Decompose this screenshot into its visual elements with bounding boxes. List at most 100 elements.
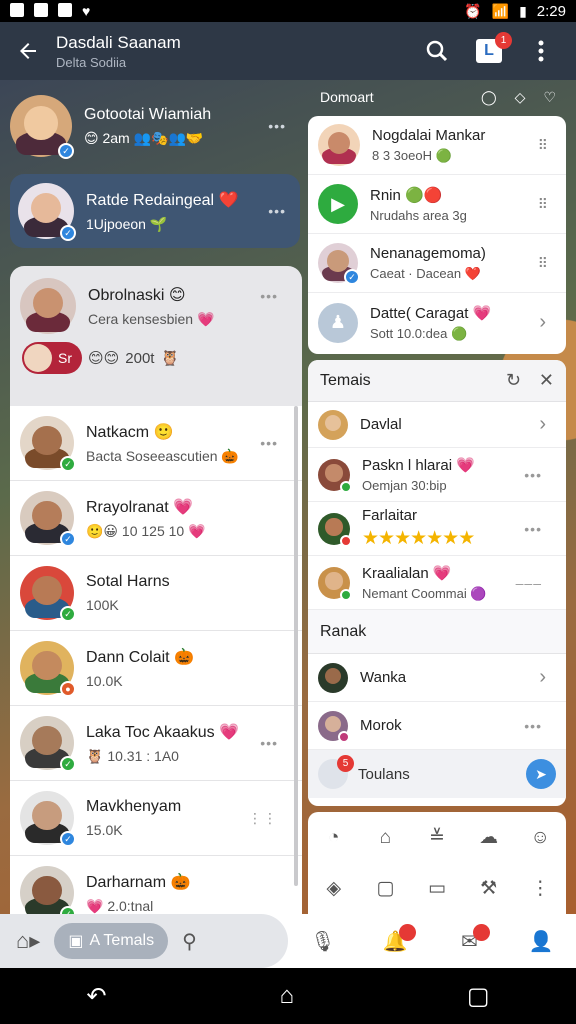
document-icon[interactable]: ▢ xyxy=(376,877,394,900)
avatar: ● xyxy=(20,641,76,697)
group-card[interactable]: Obrolnaski 😊 Cera kensesbien 💗 ••• Sr 😊😊… xyxy=(10,266,302,406)
contact-item[interactable]: Nogdalai Mankar 8 3 3oeoH 🟢 ⠿ xyxy=(308,116,566,175)
comment-icon[interactable]: ◈ xyxy=(326,877,341,900)
contact-status: 15.0K xyxy=(86,822,123,838)
archive-icon[interactable]: ⌂ xyxy=(380,827,391,849)
teams-tab-icon: ▣ xyxy=(68,933,84,950)
contact-name: Datte( Caragat 💗 xyxy=(370,304,492,322)
contact-name: Nenanagemoma) xyxy=(370,244,486,262)
team-item[interactable]: Paskn l hlarai 💗 Oemjan 30:bip ••• xyxy=(308,448,566,502)
conversation-item[interactable]: ✓ Gotootai Wiamiah 😊 2am 👥🎭👥🤝 ••• xyxy=(10,88,300,164)
back-button[interactable] xyxy=(0,22,56,80)
more-icon[interactable]: ••• xyxy=(268,203,286,219)
panel-title: Domoart xyxy=(320,89,374,105)
clock: 2:29 xyxy=(536,2,566,20)
verified-icon: ✓ xyxy=(60,225,76,241)
avatar xyxy=(318,662,348,693)
verified-icon: ✓ xyxy=(344,269,360,285)
alerts-button[interactable]: 🔔 xyxy=(380,924,417,956)
attachment-button[interactable]: 5 xyxy=(318,755,354,789)
contact-item[interactable]: ✓ Nenanagemoma) Caeat · Dacean ❤️ ⠿ xyxy=(308,234,566,293)
verified-icon: ✓ xyxy=(60,531,76,547)
teams-button[interactable]: L 1 xyxy=(474,32,512,66)
drag-handle-icon[interactable]: ⠿ xyxy=(538,196,548,213)
search-button[interactable] xyxy=(422,36,452,66)
system-back-icon[interactable]: ↶ xyxy=(86,982,106,1011)
more-vert-icon xyxy=(538,40,544,62)
chevron-right-icon[interactable]: › xyxy=(539,413,546,436)
list-item[interactable]: ✓ Natkacm 🙂 Bacta Soseeascutien 🎃 ••• xyxy=(10,406,302,481)
list-item[interactable]: ✓ Darharnam 🎃 💗 2.0:tnal xyxy=(10,856,302,914)
heart-outline-icon[interactable]: ♡ xyxy=(543,89,556,106)
emoji-icon[interactable]: ☺ xyxy=(530,827,549,849)
message-input[interactable]: Toulans xyxy=(358,766,526,783)
contact-item[interactable]: ♟ Datte( Caragat 💗 Sott 10.0:dea 🟢 › xyxy=(308,293,566,352)
verified-icon: ✓ xyxy=(58,143,74,159)
nav-teams-tab[interactable]: ▣ A Temals xyxy=(54,923,169,959)
contact-name: Nogdalai Mankar xyxy=(372,126,486,144)
contact-item[interactable]: ▶ Rnin 🟢🔴 Nrudahs area 3g ⠿ xyxy=(308,175,566,234)
conversation-meta: 1Ujpoeon 🌱 xyxy=(86,215,168,232)
more-icon[interactable]: ••• xyxy=(260,435,278,451)
folder-icon[interactable]: ▭ xyxy=(428,877,446,900)
clock-icon[interactable]: ◔ xyxy=(328,827,339,849)
rating-stars: ★★★★★★★ xyxy=(362,528,475,549)
team-item[interactable]: Farlaitar ★★★★★★★ ••• xyxy=(308,502,566,556)
online-icon: ✓ xyxy=(60,756,76,772)
bottom-navigation: ⌂▸ ▣ A Temals ⚲ 🎙 🔔 ✉ 👤 xyxy=(0,914,576,968)
avatar: ✓ xyxy=(20,866,76,914)
refresh-icon[interactable]: ◯ xyxy=(481,89,497,106)
avatar: ✓ xyxy=(18,183,76,241)
more-icon[interactable]: ••• xyxy=(524,521,542,537)
messages-button[interactable]: ✉ xyxy=(454,924,491,956)
panel-header: Domoart ◯ ◇ ♡ xyxy=(308,80,568,114)
chevron-right-icon[interactable]: › xyxy=(539,666,546,689)
home-icon[interactable]: ⌂▸ xyxy=(16,928,40,954)
team-item[interactable]: Davlal › xyxy=(308,402,566,448)
chat-bubble-icon[interactable]: ☁ xyxy=(479,826,498,849)
list-item[interactable]: ● Dann Colait 🎃 10.0K xyxy=(10,631,302,706)
list-item[interactable]: ✓ Mavkhenyam 15.0K ⋮⋮ xyxy=(10,781,302,856)
more-menu-button[interactable] xyxy=(526,36,556,66)
more-icon[interactable]: ••• xyxy=(524,718,542,734)
system-home-icon[interactable]: ⌂ xyxy=(279,982,294,1010)
more-icon[interactable]: ••• xyxy=(260,735,278,751)
more-icon[interactable]: ––– xyxy=(516,575,542,591)
nav-teams-label: A Temals xyxy=(89,932,155,949)
refresh-icon[interactable]: ↻ xyxy=(506,370,521,391)
profile-icon[interactable]: 👤 xyxy=(529,929,554,954)
contact-name: Rrayolranat 💗 xyxy=(86,498,194,516)
list-item[interactable]: ✓ Sotal Harns 100K xyxy=(10,556,302,631)
system-recents-icon[interactable]: ▢ xyxy=(467,982,490,1011)
scrollbar[interactable] xyxy=(294,406,298,886)
avatar xyxy=(24,344,52,372)
team-member-name: Wanka xyxy=(360,669,407,686)
microphone-icon[interactable]: 🎙 xyxy=(310,929,335,954)
drag-handle-icon[interactable]: ⠿ xyxy=(538,255,548,272)
conversation-item-selected[interactable]: ✓ Ratde Redaingeal ❤️ 1Ujpoeon 🌱 ••• xyxy=(10,174,300,248)
more-icon[interactable]: ••• xyxy=(524,467,542,483)
tool-icon[interactable]: ⚒ xyxy=(480,877,497,900)
drag-handle-icon[interactable]: ⋮⋮ xyxy=(248,810,278,827)
filter-icon[interactable]: ≚ xyxy=(429,826,445,849)
more-vert-icon[interactable]: ⋮ xyxy=(531,877,550,900)
list-item[interactable]: ✓ Rrayolranat 💗 🙂😀 10 125 10 💗 xyxy=(10,481,302,556)
send-button[interactable]: ➤ xyxy=(526,759,556,789)
team-item[interactable]: Morok ••• xyxy=(308,702,566,750)
drag-handle-icon[interactable]: ⠿ xyxy=(538,137,548,154)
system-navigation: ↶ ⌂ ▢ xyxy=(0,968,576,1024)
group-member-pill[interactable]: Sr xyxy=(22,342,82,374)
close-icon[interactable]: ✕ xyxy=(539,370,554,391)
chevron-right-icon[interactable]: › xyxy=(539,311,546,334)
team-item[interactable]: Kraalialan 💗 Nemant Coommai 🟣 ––– xyxy=(308,556,566,610)
team-item[interactable]: Wanka › xyxy=(308,654,566,702)
chat-icon[interactable]: ◇ xyxy=(515,89,526,106)
teams-header: Temais ↻ ✕ xyxy=(308,360,566,402)
list-item[interactable]: ✓ Laka Toc Akaakus 💗 🦉 10.31 : 1A0 ••• xyxy=(10,706,302,781)
search-icon[interactable]: ⚲ xyxy=(182,929,197,954)
avatar xyxy=(318,710,350,743)
more-icon[interactable]: ••• xyxy=(268,118,286,134)
more-icon[interactable]: ••• xyxy=(260,288,278,304)
messages-badge xyxy=(473,924,491,941)
conversation-name: Ratde Redaingeal ❤️ xyxy=(86,191,239,209)
